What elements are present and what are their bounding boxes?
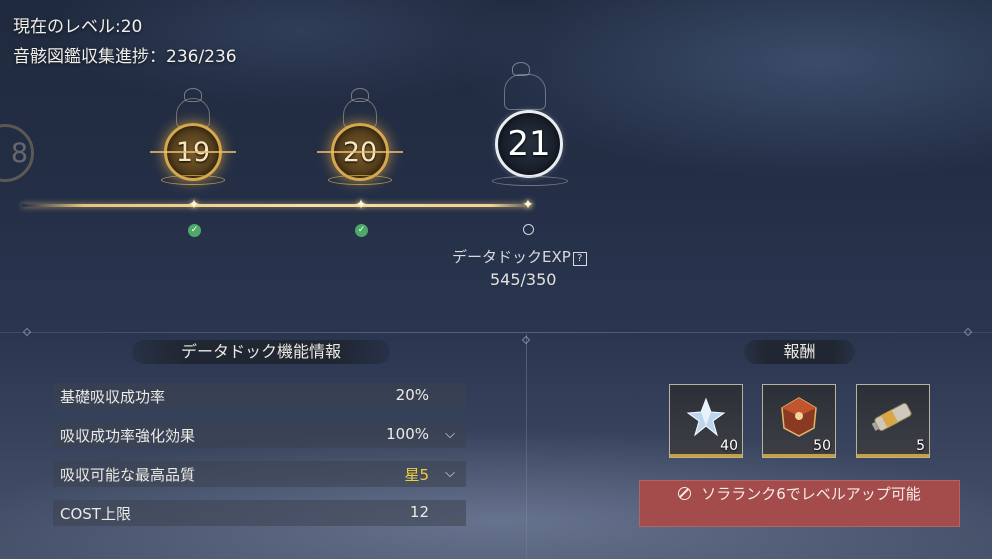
reward-item[interactable]: 50 [762,384,836,458]
info-row-cost-limit: COST上限 12 [53,500,466,526]
reward-count: 40 [720,438,738,454]
rewards-panel-title: 報酬 [744,340,855,364]
track-star-icon: ✦ [355,197,367,213]
row-label: 基礎吸収成功率 [60,388,166,406]
track-star-icon: ✦ [188,197,200,213]
level-progress-track [22,204,532,207]
medal-base [161,175,225,185]
current-level-text: 現在のレベル:20 [13,17,143,37]
divider-diamond [963,327,973,337]
info-panel-title: データドック機能情報 [132,340,390,364]
level-up-locked-button[interactable]: ソラランク6でレベルアップ可能 [639,480,960,527]
reward-count: 50 [813,438,831,454]
row-label: 吸収可能な最高品質 [60,466,196,484]
level-medal-faded: 8 [0,118,40,188]
info-row-absorb-boost[interactable]: 吸収成功率強化効果 100% ⌵ [53,422,466,448]
exp-label-text: データドックEXP [452,248,571,266]
info-row-base-absorb-rate: 基礎吸収成功率 20% [53,383,466,409]
exp-value: 545/350 [490,270,557,289]
medal-base [328,175,392,185]
divider-diamond [22,327,32,337]
row-value: 20% [395,386,429,404]
reward-item[interactable]: 5 [856,384,930,458]
exp-label: データドックEXP? [452,246,587,267]
chevron-down-icon[interactable]: ⌵ [440,464,460,484]
panel-divider [0,332,992,333]
reward-item[interactable]: 40 [669,384,743,458]
crystal-star-icon [686,397,726,437]
prohibited-icon [678,487,692,500]
tuner-box-icon [781,396,817,437]
track-star-icon: ✦ [522,197,534,213]
reward-count: 5 [916,438,925,454]
row-value: 12 [409,503,429,521]
level-up-button-label: ソラランク6でレベルアップ可能 [701,485,921,503]
medal-crosshair [317,151,403,153]
level-medal-21[interactable]: 21 [489,104,569,184]
pending-circle-icon [523,224,534,235]
row-label: 吸収成功率強化効果 [60,427,196,445]
chevron-down-icon[interactable]: ⌵ [440,425,460,445]
medal-crosshair [150,151,236,153]
medal-base [492,176,568,186]
collection-progress-text: 音骸図鑑収集進捗：236/236 [13,47,237,67]
panel-vertical-divider [526,334,527,559]
battery-cell-icon [871,402,912,431]
info-row-max-quality[interactable]: 吸収可能な最高品質 星5 ⌵ [53,461,466,487]
row-label: COST上限 [60,505,131,523]
row-value: 星5 [404,466,429,484]
check-icon: ✓ [188,224,201,237]
row-value: 100% [386,425,429,443]
check-icon: ✓ [355,224,368,237]
help-icon[interactable]: ? [572,252,587,266]
